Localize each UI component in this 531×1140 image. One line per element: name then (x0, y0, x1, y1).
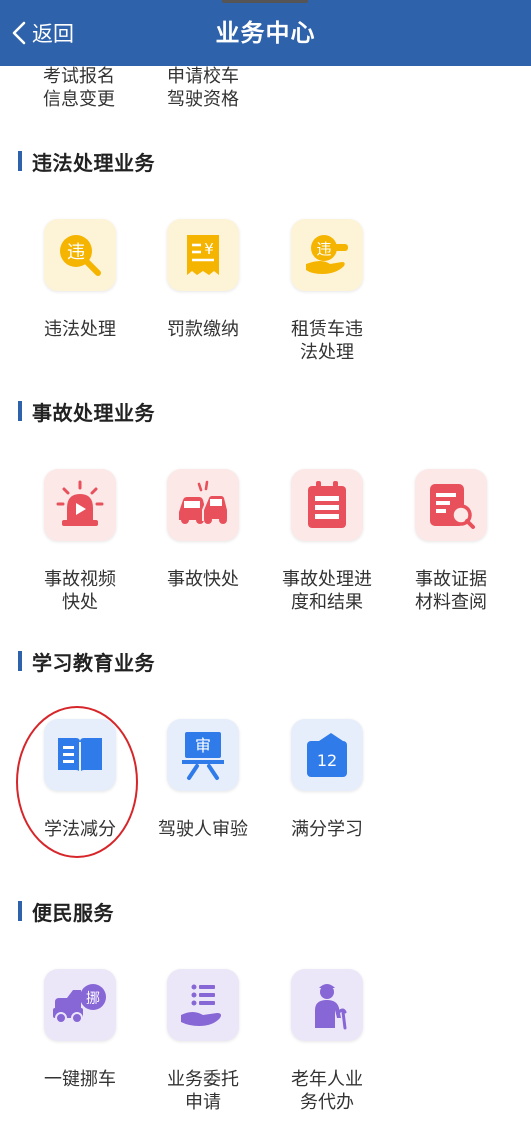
fine-receipt-icon: ¥ (167, 219, 239, 291)
hand-list-icon (167, 969, 239, 1041)
tile-accident-quick[interactable]: 事故快处 (141, 469, 265, 591)
item-label-line2: 信息变更 (43, 89, 115, 110)
tile-study-deduct-points[interactable]: 学法减分 (18, 719, 142, 841)
section-header-violation: 违法处理业务 (18, 146, 155, 176)
elderly-person-icon (291, 969, 363, 1041)
tile-label: 事故视频 快处 (44, 569, 116, 613)
violation-char: 违 (316, 240, 331, 258)
section-title: 违法处理业务 (32, 150, 155, 175)
tile-violation-handling[interactable]: 违 违法处理 (18, 219, 142, 341)
section-accent-bar (18, 151, 22, 171)
document-search-icon (415, 469, 487, 541)
tile-label: 业务委托 申请 (167, 1069, 239, 1113)
violation-search-icon: 违 (44, 219, 116, 291)
item-label-line2: 驾驶资格 (167, 89, 239, 110)
move-char: 挪 (86, 991, 100, 1007)
move-car-icon: 挪 (44, 969, 116, 1041)
tile-accident-progress[interactable]: 事故处理进 度和结果 (265, 469, 389, 614)
yuan-char: ¥ (204, 240, 214, 258)
calendar-number: 12 (317, 751, 337, 770)
section-accent-bar (18, 901, 22, 921)
tile-full-score-study[interactable]: 12 满分学习 (265, 719, 389, 841)
rental-violation-hand-icon: 违 (291, 219, 363, 291)
tile-label: 一键挪车 (44, 1069, 116, 1090)
section-title: 便民服务 (32, 900, 114, 925)
clipboard-progress-icon (291, 469, 363, 541)
section-accent-bar (18, 651, 22, 671)
page-title: 业务中心 (215, 19, 316, 47)
section-header-convenience: 便民服务 (18, 896, 114, 926)
back-button[interactable]: 返回 (12, 15, 74, 51)
tile-label: 违法处理 (44, 319, 116, 340)
tile-label: 老年人业 务代办 (291, 1069, 363, 1113)
calendar-12-icon: 12 (291, 719, 363, 791)
tile-accident-video[interactable]: 事故视频 快处 (18, 469, 142, 614)
section-header-education: 学习教育业务 (18, 646, 155, 676)
siren-video-icon (44, 469, 116, 541)
tile-label: 学法减分 (44, 819, 116, 840)
section-header-accident: 事故处理业务 (18, 396, 155, 426)
review-board-icon: 审 (167, 719, 239, 791)
item-label-line1: 申请校车 (167, 66, 239, 87)
tile-elderly-service[interactable]: 老年人业 务代办 (265, 969, 389, 1114)
tile-fine-payment[interactable]: ¥ 罚款缴纳 (141, 219, 265, 341)
tile-rental-violation[interactable]: 违 租赁车违 法处理 (265, 219, 389, 364)
tile-label: 罚款缴纳 (167, 319, 239, 340)
tile-label: 租赁车违 法处理 (291, 319, 363, 363)
section-title: 事故处理业务 (32, 400, 155, 425)
tile-label: 事故处理进 度和结果 (282, 569, 372, 613)
tile-label: 事故快处 (167, 569, 239, 590)
back-label: 返回 (32, 22, 74, 46)
car-collision-icon (167, 469, 239, 541)
review-char: 审 (195, 736, 211, 755)
school-bus-license-item[interactable]: 申请校车 驾驶资格 (143, 65, 263, 111)
tile-driver-review[interactable]: 审 驾驶人审验 (141, 719, 265, 841)
status-notch (222, 0, 308, 3)
item-label-line1: 考试报名 (43, 66, 115, 87)
open-book-icon (44, 719, 116, 791)
violation-char: 违 (67, 242, 85, 263)
tile-business-entrust[interactable]: 业务委托 申请 (141, 969, 265, 1114)
tile-label: 满分学习 (291, 819, 363, 840)
exam-info-change-item[interactable]: 考试报名 信息变更 (19, 65, 139, 111)
tile-accident-evidence[interactable]: 事故证据 材料查阅 (389, 469, 513, 614)
tile-label: 事故证据 材料查阅 (415, 569, 487, 613)
tile-move-car[interactable]: 挪 一键挪车 (18, 969, 142, 1091)
section-title: 学习教育业务 (32, 650, 155, 675)
chevron-left-icon (12, 21, 26, 45)
section-accent-bar (18, 401, 22, 421)
tile-label: 驾驶人审验 (158, 819, 248, 840)
top-bar: 返回 业务中心 (0, 0, 531, 66)
